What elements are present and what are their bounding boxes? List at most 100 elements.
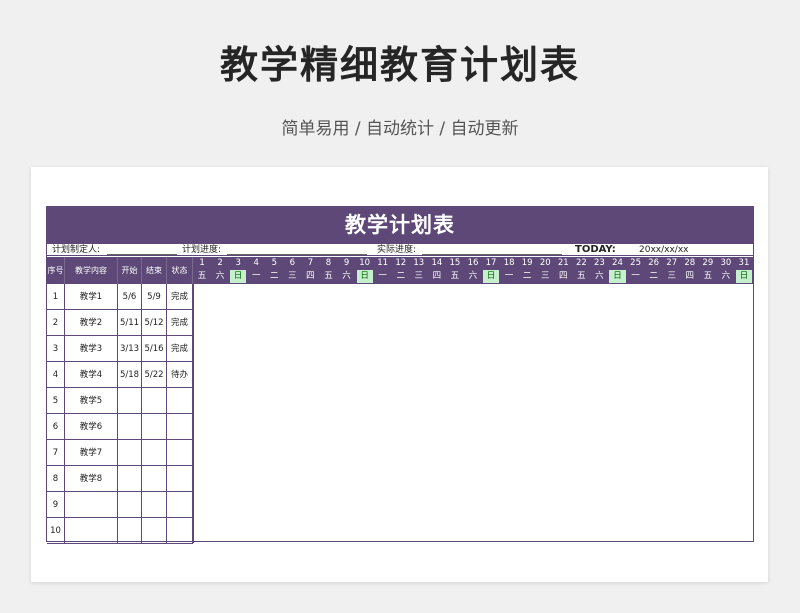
weekday-label: 一 xyxy=(504,271,514,281)
row-start[interactable]: 5/18 xyxy=(118,362,142,388)
row-content[interactable] xyxy=(65,492,118,518)
row-end[interactable] xyxy=(142,388,167,414)
day-number: 12 xyxy=(395,258,407,268)
weekday-label: 日 xyxy=(483,270,500,283)
row-content[interactable]: 教学6 xyxy=(65,414,118,440)
day-number: 29 xyxy=(702,258,714,268)
weekday-label: 三 xyxy=(288,271,297,281)
row-content[interactable]: 教学5 xyxy=(65,388,118,414)
weekday-label: 日 xyxy=(356,270,373,283)
row-start[interactable] xyxy=(118,492,142,518)
row-number[interactable]: 1 xyxy=(47,284,65,310)
page-title: 教学精细教育计划表 xyxy=(219,43,580,87)
day-number: 5 xyxy=(271,258,277,268)
weekday-label: 五 xyxy=(577,271,586,281)
weekday-label: 日 xyxy=(735,270,752,283)
table-row: 4 教学4 5/18 5/22 待办 xyxy=(47,362,753,388)
day-number: 28 xyxy=(684,258,696,268)
table-row: 5 教学5 xyxy=(47,388,753,414)
day-number: 9 xyxy=(343,258,350,268)
day-number: 11 xyxy=(377,258,389,268)
row-end[interactable]: 5/9 xyxy=(142,284,167,310)
row-number[interactable]: 6 xyxy=(47,414,65,440)
plan-progress-field[interactable] xyxy=(227,254,367,255)
weekday-label: 二 xyxy=(649,271,658,281)
row-content[interactable] xyxy=(65,518,118,544)
row-number[interactable]: 7 xyxy=(47,440,65,466)
row-end[interactable]: 5/16 xyxy=(142,336,167,362)
row-number[interactable]: 5 xyxy=(47,388,65,414)
row-start[interactable] xyxy=(118,414,142,440)
plan-progress-label: 计划进度: xyxy=(182,245,222,255)
row-start[interactable] xyxy=(118,440,142,466)
row-content[interactable]: 教学8 xyxy=(65,466,118,492)
day-number: 1 xyxy=(199,258,205,268)
day-number: 23 xyxy=(594,258,605,268)
table-header: 序号 教学内容 开始 结束 状态 1 五 2 六 3 日 4 一 5 二 6 三 7 四 8 五 9 六 10 日 11… xyxy=(47,257,753,284)
row-start[interactable] xyxy=(118,388,142,414)
day-number: 15 xyxy=(449,258,461,268)
schedule-sheet: 教学计划表 计划制定人: 计划进度: 实际进度: TODAY: 20xx/xx/… xyxy=(46,206,754,544)
row-content[interactable]: 教学3 xyxy=(65,336,118,362)
row-end[interactable] xyxy=(142,492,167,518)
table-row: 1 教学1 5/6 5/9 完成 xyxy=(47,284,753,310)
row-status[interactable]: 完成 xyxy=(167,310,193,336)
row-content[interactable]: 教学7 xyxy=(65,440,118,466)
row-number[interactable]: 3 xyxy=(47,336,65,362)
row-start[interactable]: 3/13 xyxy=(118,336,142,362)
table-row: 9 xyxy=(47,492,753,518)
row-number[interactable]: 9 xyxy=(47,492,65,518)
day-number: 25 xyxy=(630,258,641,268)
weekday-label: 五 xyxy=(324,271,333,281)
row-number[interactable]: 8 xyxy=(47,466,65,492)
row-number[interactable]: 2 xyxy=(47,310,65,336)
row-content[interactable]: 教学4 xyxy=(65,362,118,388)
actual-progress-field[interactable] xyxy=(422,254,562,255)
row-status[interactable] xyxy=(167,414,193,440)
row-content[interactable]: 教学2 xyxy=(65,310,118,336)
day-number: 3 xyxy=(235,258,241,268)
day-number: 21 xyxy=(557,258,569,268)
row-start[interactable]: 5/11 xyxy=(118,310,142,336)
table-row: 10 xyxy=(47,518,753,544)
weekday-label: 三 xyxy=(414,271,424,281)
row-status[interactable]: 完成 xyxy=(167,284,193,310)
row-number[interactable]: 10 xyxy=(47,518,65,544)
row-start[interactable]: 5/6 xyxy=(118,284,142,310)
row-status[interactable] xyxy=(167,440,193,466)
weekday-label: 日 xyxy=(609,270,626,283)
planner-field[interactable] xyxy=(107,254,177,255)
row-end[interactable] xyxy=(142,440,167,466)
weekday-label: 六 xyxy=(342,271,351,281)
row-end[interactable] xyxy=(142,518,167,544)
weekday-label: 一 xyxy=(631,271,640,281)
table-row: 6 教学6 xyxy=(47,414,753,440)
weekday-label: 四 xyxy=(306,271,315,281)
row-end[interactable] xyxy=(142,414,167,440)
row-start[interactable] xyxy=(118,466,142,492)
row-status[interactable] xyxy=(167,466,193,492)
row-end[interactable] xyxy=(142,466,167,492)
row-end[interactable]: 5/22 xyxy=(142,362,167,388)
day-number: 8 xyxy=(325,258,332,268)
row-start[interactable] xyxy=(118,518,142,544)
row-status[interactable]: 完成 xyxy=(167,336,193,362)
sheet-title: 教学计划表 xyxy=(47,207,753,244)
day-number: 31 xyxy=(738,258,750,268)
col-header-start: 开始 xyxy=(118,257,142,284)
row-status[interactable]: 待办 xyxy=(167,362,193,388)
row-end[interactable]: 5/12 xyxy=(142,310,167,336)
weekday-label: 日 xyxy=(230,270,247,283)
col-header-no: 序号 xyxy=(47,257,65,284)
day-number: 30 xyxy=(720,258,732,268)
row-number[interactable]: 4 xyxy=(47,362,65,388)
row-status[interactable] xyxy=(167,518,193,544)
day-number: 27 xyxy=(666,258,678,268)
weekday-label: 四 xyxy=(432,271,442,281)
row-content[interactable]: 教学1 xyxy=(65,284,118,310)
row-status[interactable] xyxy=(167,388,193,414)
weekday-label: 四 xyxy=(685,271,695,281)
day-number: 7 xyxy=(307,258,314,268)
row-status[interactable] xyxy=(167,492,193,518)
day-number: 14 xyxy=(431,258,443,268)
